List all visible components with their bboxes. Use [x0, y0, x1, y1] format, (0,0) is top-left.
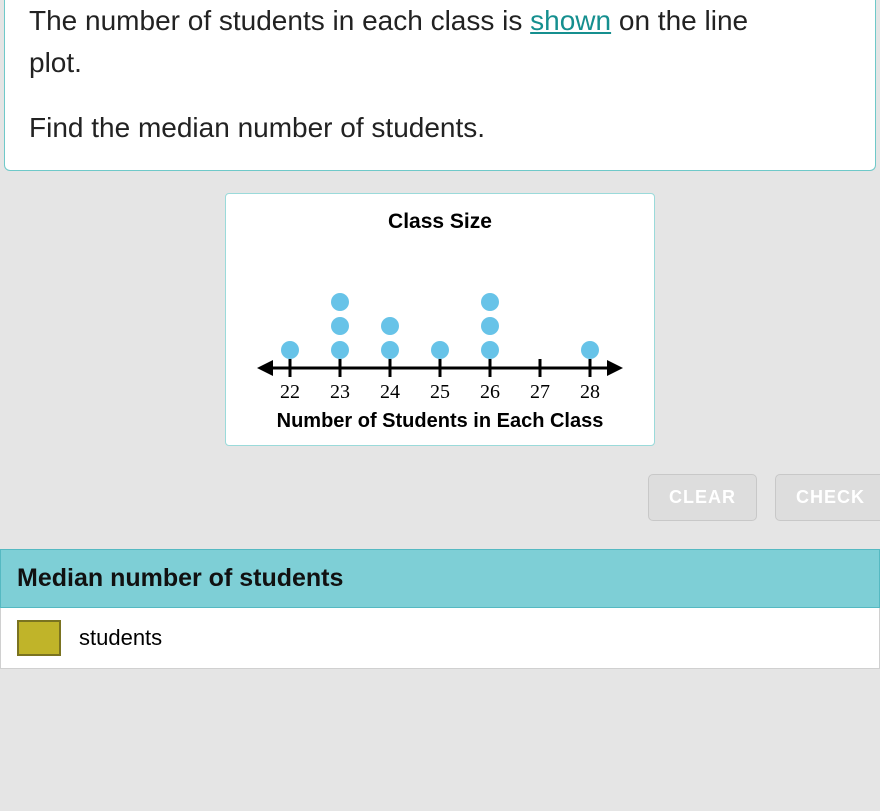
- plot-xlabel: Number of Students in Each Class: [244, 410, 636, 433]
- svg-text:28: 28: [580, 381, 600, 403]
- plot-box: Class Size 22 23 24 25 26 27 28 Number of Stud…: [225, 193, 655, 446]
- svg-text:24: 24: [380, 381, 400, 403]
- plot-title: Class Size: [244, 210, 636, 234]
- svg-text:25: 25: [430, 381, 450, 403]
- answer-unit: students: [79, 625, 162, 651]
- svg-text:23: 23: [330, 381, 350, 403]
- svg-text:22: 22: [280, 381, 300, 403]
- question-line1-suffix: on the line: [611, 5, 748, 36]
- answer-header: Median number of students: [0, 549, 880, 608]
- answer-row: students: [0, 608, 880, 669]
- question-text: The number of students in each class is …: [29, 0, 851, 84]
- svg-text:26: 26: [480, 381, 500, 403]
- plot-container: Class Size 22 23 24 25 26 27 28 Number of Stud…: [0, 193, 880, 446]
- shown-link[interactable]: shown: [530, 5, 611, 36]
- svg-text:27: 27: [530, 381, 550, 403]
- clear-button[interactable]: CLEAR: [648, 474, 757, 521]
- question-line2: plot.: [29, 47, 82, 78]
- question-prompt: Find the median number of students.: [29, 112, 851, 144]
- answer-input-swatch[interactable]: [17, 620, 61, 656]
- question-line1-prefix: The number of students in each class is: [29, 5, 530, 36]
- button-row: CLEAR CHECK: [0, 446, 880, 549]
- check-button[interactable]: CHECK: [775, 474, 880, 521]
- question-card: The number of students in each class is …: [4, 0, 876, 171]
- dotplot-svg: 22 23 24 25 26 27 28: [245, 246, 635, 406]
